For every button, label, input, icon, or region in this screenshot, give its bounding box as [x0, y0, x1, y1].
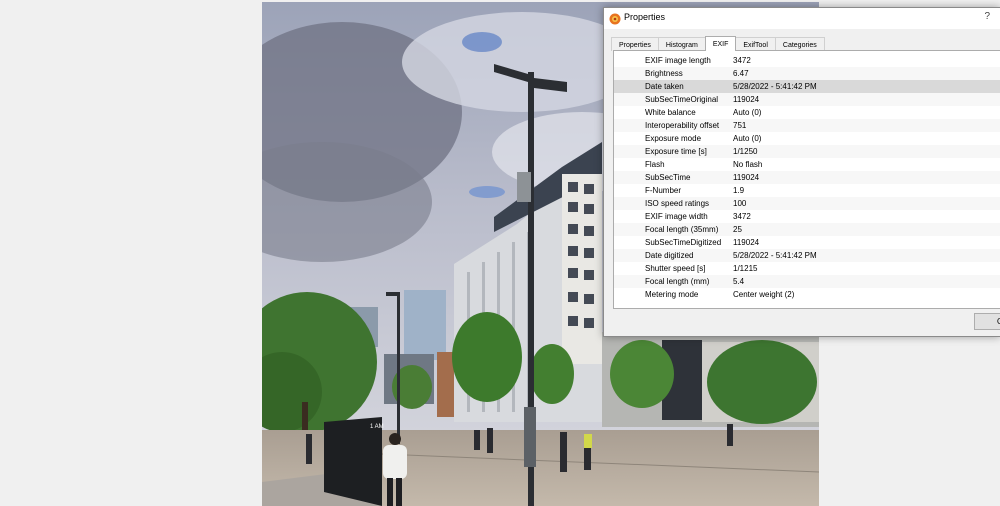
exif-key: Date taken	[645, 82, 684, 91]
exif-row[interactable]: White balance Auto (0)	[614, 106, 1000, 119]
exif-row[interactable]: ISO speed ratings 100	[614, 197, 1000, 210]
exif-row[interactable]: Shutter speed [s] 1/1215	[614, 262, 1000, 275]
exif-key: White balance	[645, 108, 696, 117]
exif-value: 5/28/2022 - 5:41:42 PM	[733, 82, 817, 91]
ok-button[interactable]: O	[974, 313, 1000, 330]
exif-list[interactable]: EXIF image length 3472 Brightness 6.47 Date …	[613, 50, 1000, 309]
title-bar[interactable]: Properties ?	[604, 8, 1000, 29]
tab-categories[interactable]: Categories	[774, 37, 825, 51]
exif-value: No flash	[733, 160, 763, 169]
tree-center	[452, 312, 522, 402]
exif-row[interactable]: Flash No flash	[614, 158, 1000, 171]
exif-key: SubSecTime	[645, 173, 691, 182]
exif-key: Shutter speed [s]	[645, 264, 706, 273]
exif-row[interactable]: F-Number 1.9	[614, 184, 1000, 197]
exif-value: 1/1250	[733, 147, 758, 156]
exif-key: Metering mode	[645, 290, 699, 299]
exif-key: Date digitized	[645, 251, 694, 260]
exif-value: 5/28/2022 - 5:41:42 PM	[733, 251, 817, 260]
exif-row[interactable]: Focal length (mm) 5.4	[614, 275, 1000, 288]
exif-key: EXIF image length	[645, 56, 711, 65]
exif-row[interactable]: Exposure time [s] 1/1250	[614, 145, 1000, 158]
help-button[interactable]: ?	[984, 11, 990, 22]
sign-text: 1 AM	[370, 424, 384, 430]
tower-left	[404, 290, 446, 360]
exif-key: Flash	[645, 160, 665, 169]
exif-value: 25	[733, 225, 742, 234]
exif-value: Center weight (2)	[733, 290, 795, 299]
exif-value: 751	[733, 121, 747, 130]
exif-value: 1.9	[733, 186, 745, 195]
dialog-title: Properties	[624, 12, 666, 22]
exif-row[interactable]: SubSecTimeDigitized 119024	[614, 236, 1000, 249]
exif-row[interactable]: Date taken 5/28/2022 - 5:41:42 PM	[614, 80, 1000, 93]
exif-key: Brightness	[645, 69, 683, 78]
exif-key: SubSecTimeDigitized	[645, 238, 722, 247]
exif-value: 3472	[733, 212, 751, 221]
exif-key: Exposure time [s]	[645, 147, 707, 156]
exif-value: 119024	[733, 95, 760, 104]
tab-bar: Properties Histogram EXIF ExifTool Categ…	[611, 36, 825, 51]
exif-row[interactable]: SubSecTimeOriginal 119024	[614, 93, 1000, 106]
exif-row[interactable]: EXIF image width 3472	[614, 210, 1000, 223]
exif-value: Auto (0)	[733, 134, 762, 143]
tab-properties[interactable]: Properties	[611, 37, 659, 51]
exif-row[interactable]: Date digitized 5/28/2022 - 5:41:42 PM	[614, 249, 1000, 262]
exif-value: 1/1215	[733, 264, 758, 273]
exif-key: ISO speed ratings	[645, 199, 710, 208]
exif-value: 6.47	[733, 69, 749, 78]
exif-key: SubSecTimeOriginal	[645, 95, 719, 104]
exif-key: Exposure mode	[645, 134, 702, 143]
exif-row[interactable]: EXIF image length 3472	[614, 54, 1000, 67]
exif-row[interactable]: Brightness 6.47	[614, 67, 1000, 80]
app-logo-icon	[609, 12, 621, 25]
exif-value: 3472	[733, 56, 751, 65]
exif-value: 119024	[733, 238, 760, 247]
exif-value: 119024	[733, 173, 760, 182]
exif-key: Focal length (35mm)	[645, 225, 719, 234]
exif-value: 100	[733, 199, 747, 208]
tab-exif[interactable]: EXIF	[704, 36, 737, 51]
exif-row[interactable]: SubSecTime 119024	[614, 171, 1000, 184]
exif-key: Focal length (mm)	[645, 277, 710, 286]
exif-key: EXIF image width	[645, 212, 708, 221]
exif-row[interactable]: Focal length (35mm) 25	[614, 223, 1000, 236]
exif-row[interactable]: Interoperability offset 751	[614, 119, 1000, 132]
exif-row[interactable]: Metering mode Center weight (2)	[614, 288, 1000, 301]
sign-totem	[324, 417, 382, 506]
exif-key: F-Number	[645, 186, 682, 195]
properties-dialog: Properties ? Properties Histogram EXIF E…	[603, 7, 1000, 337]
exif-value: 5.4	[733, 277, 745, 286]
tab-exiftool[interactable]: ExifTool	[735, 37, 776, 51]
exif-row[interactable]: Exposure mode Auto (0)	[614, 132, 1000, 145]
exif-key: Interoperability offset	[645, 121, 720, 130]
tab-histogram[interactable]: Histogram	[657, 37, 706, 51]
exif-value: Auto (0)	[733, 108, 762, 117]
